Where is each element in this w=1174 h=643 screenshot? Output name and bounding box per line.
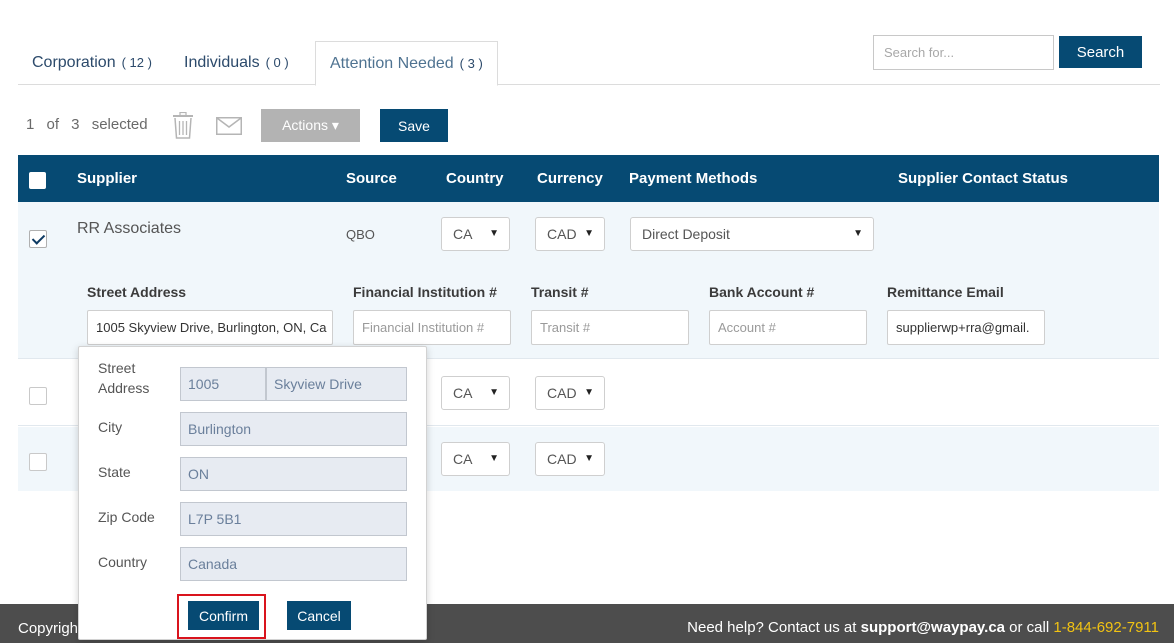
transit-label: Transit # xyxy=(531,284,589,300)
copyright-text: Copyright xyxy=(18,620,83,637)
cancel-button[interactable]: Cancel xyxy=(287,601,351,630)
trash-icon[interactable] xyxy=(172,112,194,139)
select-value: CAD xyxy=(547,385,577,401)
source-value: QBO xyxy=(346,227,375,242)
transit-input[interactable]: Transit # xyxy=(531,310,689,345)
supplier-name: RR Associates xyxy=(77,220,182,237)
popup-city-label: City xyxy=(98,419,123,435)
caret-down-icon: ▼ xyxy=(489,453,499,464)
support-email-link[interactable]: support@waypay.ca xyxy=(861,619,1005,636)
row-checkbox[interactable] xyxy=(29,230,47,248)
tab-corporation[interactable]: Corporation ( 12 ) xyxy=(18,41,166,85)
country-select[interactable]: CA ▼ xyxy=(441,442,510,476)
financial-institution-label: Financial Institution # xyxy=(353,284,497,300)
caret-down-icon: ▼ xyxy=(584,453,594,464)
select-value: CA xyxy=(453,226,473,242)
select-value: CA xyxy=(453,451,473,467)
tab-label: Individuals xyxy=(184,54,260,71)
caret-down-icon: ▼ xyxy=(584,228,594,239)
table-header: Supplier Source Country Currency Payment… xyxy=(18,155,1159,202)
header-supplier-contact-status[interactable]: Supplier Contact Status xyxy=(898,170,1068,187)
select-value: CAD xyxy=(547,451,577,467)
actions-dropdown-button[interactable]: Actions ▾ xyxy=(261,109,360,142)
financial-institution-input[interactable]: Financial Institution # xyxy=(353,310,511,345)
tab-individuals[interactable]: Individuals ( 0 ) xyxy=(170,41,303,85)
search-input[interactable] xyxy=(873,35,1054,70)
or-call-text: or call xyxy=(1009,619,1050,636)
street-address-input[interactable]: 1005 Skyview Drive, Burlington, ON, Ca xyxy=(87,310,333,345)
tab-count: ( 3 ) xyxy=(459,56,483,71)
header-supplier[interactable]: Supplier xyxy=(77,170,137,187)
support-phone-link[interactable]: 1-844-692-7911 xyxy=(1053,619,1159,636)
zip-code-field[interactable]: L7P 5B1 xyxy=(180,502,407,536)
payment-method-select[interactable]: Direct Deposit ▼ xyxy=(630,217,874,251)
save-button[interactable]: Save xyxy=(380,109,448,142)
header-currency[interactable]: Currency xyxy=(537,170,603,187)
currency-select[interactable]: CAD ▼ xyxy=(535,376,605,410)
currency-select[interactable]: CAD ▼ xyxy=(535,217,605,251)
caret-down-icon: ▼ xyxy=(853,228,863,239)
row-checkbox[interactable] xyxy=(29,387,47,405)
state-field[interactable]: ON xyxy=(180,457,407,491)
caret-down-icon: ▼ xyxy=(489,387,499,398)
street-number-field[interactable]: 1005 xyxy=(180,367,266,401)
confirm-button[interactable]: Confirm xyxy=(188,601,259,630)
caret-down-icon: ▼ xyxy=(584,387,594,398)
search-button[interactable]: Search xyxy=(1059,36,1142,68)
street-name-field[interactable]: Skyview Drive xyxy=(266,367,407,401)
popup-state-label: State xyxy=(98,464,131,480)
header-country[interactable]: Country xyxy=(446,170,504,187)
tab-label: Corporation xyxy=(32,54,116,71)
header-source[interactable]: Source xyxy=(346,170,397,187)
popup-country-label: Country xyxy=(98,554,148,570)
street-label-line2: Address xyxy=(98,380,150,396)
bank-account-label: Bank Account # xyxy=(709,284,815,300)
bank-account-input[interactable]: Account # xyxy=(709,310,867,345)
city-field[interactable]: Burlington xyxy=(180,412,407,446)
country-select[interactable]: CA ▼ xyxy=(441,217,510,251)
popup-street-label: Street Address xyxy=(98,358,149,398)
remittance-email-input[interactable]: supplierwp+rra@gmail. xyxy=(887,310,1045,345)
country-field[interactable]: Canada xyxy=(180,547,407,581)
selection-count: 1 of 3 selected xyxy=(26,116,148,133)
header-payment-methods[interactable]: Payment Methods xyxy=(629,170,757,187)
street-address-label: Street Address xyxy=(87,284,187,300)
row-checkbox[interactable] xyxy=(29,453,47,471)
remittance-email-label: Remittance Email xyxy=(887,284,1004,300)
street-label-line1: Street xyxy=(98,360,136,376)
popup-zip-label: Zip Code xyxy=(98,509,155,525)
tab-label: Attention Needed xyxy=(330,55,454,72)
country-select[interactable]: CA ▼ xyxy=(441,376,510,410)
tab-count: ( 0 ) xyxy=(265,55,289,70)
select-value: CA xyxy=(453,385,473,401)
help-text: Need help? Contact us at support@waypay.… xyxy=(687,619,1159,636)
select-value: CAD xyxy=(547,226,577,242)
select-all-checkbox[interactable] xyxy=(29,172,46,189)
select-value: Direct Deposit xyxy=(642,226,730,242)
mail-icon[interactable] xyxy=(216,117,242,135)
currency-select[interactable]: CAD ▼ xyxy=(535,442,605,476)
tab-attention-needed[interactable]: Attention Needed ( 3 ) xyxy=(315,41,498,86)
caret-down-icon: ▼ xyxy=(489,228,499,239)
help-prefix: Need help? Contact us at xyxy=(687,619,857,636)
tab-count: ( 12 ) xyxy=(121,55,152,70)
address-popup: Street Address 1005 Skyview Drive City Bu… xyxy=(78,346,427,640)
